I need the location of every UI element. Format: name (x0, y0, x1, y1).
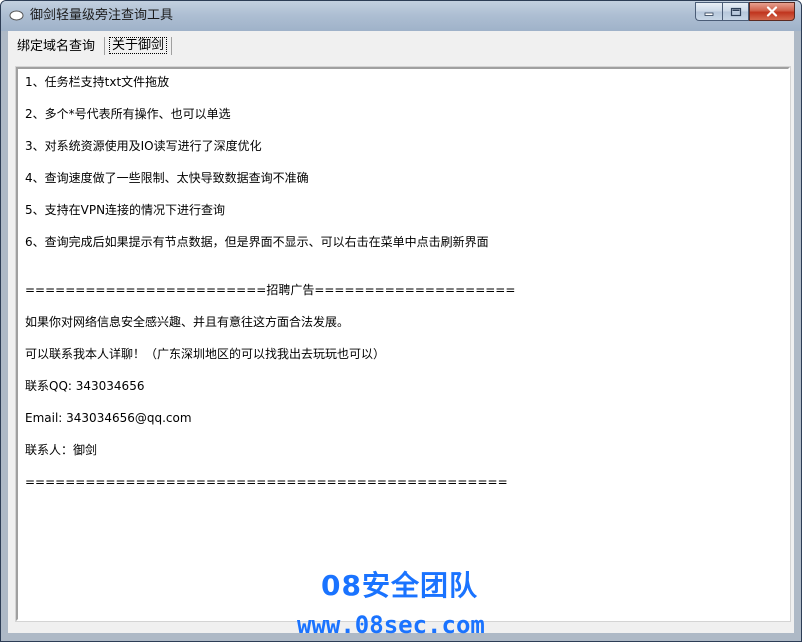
watermark-url: www.08sec.com (297, 611, 485, 639)
title-bar[interactable]: 御剑轻量级旁注查询工具 (1, 1, 801, 31)
about-line: 6、查询完成后如果提示有节点数据，但是界面不显示、可以右击在菜单中点击刷新界面 (25, 235, 489, 249)
tab-bound-domain-query[interactable]: 绑定域名查询 (17, 38, 95, 56)
about-line: 5、支持在VPN连接的情况下进行查询 (25, 203, 226, 217)
minimize-button[interactable] (695, 2, 722, 21)
about-line: 1、任务栏支持txt文件拖放 (25, 75, 170, 89)
recruitment-divider: ========================招聘广告============… (25, 283, 516, 297)
app-icon (9, 10, 24, 21)
about-line: 如果你对网络信息安全感兴趣、并且有意往这方面合法发展。 (25, 315, 350, 329)
about-text-panel[interactable]: 1、任务栏支持txt文件拖放 2、多个*号代表所有操作、也可以单选 3、对系统资… (16, 67, 790, 621)
about-line: 4、查询速度做了一些限制、太快导致数据查询不准确 (25, 171, 309, 185)
close-icon (766, 6, 778, 17)
watermark-team-name: 08安全团队 (321, 569, 478, 602)
tab-strip: 绑定域名查询 关于御剑 (8, 31, 794, 61)
tab-about[interactable]: 关于御剑 (104, 37, 173, 55)
minimize-icon (704, 12, 714, 16)
tab-about-label: 关于御剑 (109, 37, 168, 54)
client-area: 绑定域名查询 关于御剑 1、任务栏支持txt文件拖放 2、多个*号代表所有操作、… (8, 31, 794, 635)
about-line: 2、多个*号代表所有操作、也可以单选 (25, 107, 231, 121)
contact-qq: 联系QQ: 343034656 (25, 379, 145, 393)
bottom-divider: ========================================… (25, 475, 508, 489)
contact-person: 联系人：御剑 (25, 443, 98, 457)
about-line: 3、对系统资源使用及IO读写进行了深度优化 (25, 139, 262, 153)
maximize-button[interactable] (722, 2, 749, 21)
maximize-icon (730, 7, 741, 16)
close-button[interactable] (749, 2, 795, 21)
about-line: 可以联系我本人详聊！（广东深圳地区的可以找我出去玩玩也可以） (25, 347, 386, 361)
contact-email: Email: 343034656@qq.com (25, 411, 192, 425)
app-window: 御剑轻量级旁注查询工具 绑定域名查询 关于御剑 1、任务栏支持txt文件拖放 2… (0, 0, 802, 642)
caption-buttons (695, 2, 795, 22)
window-title: 御剑轻量级旁注查询工具 (30, 8, 174, 23)
